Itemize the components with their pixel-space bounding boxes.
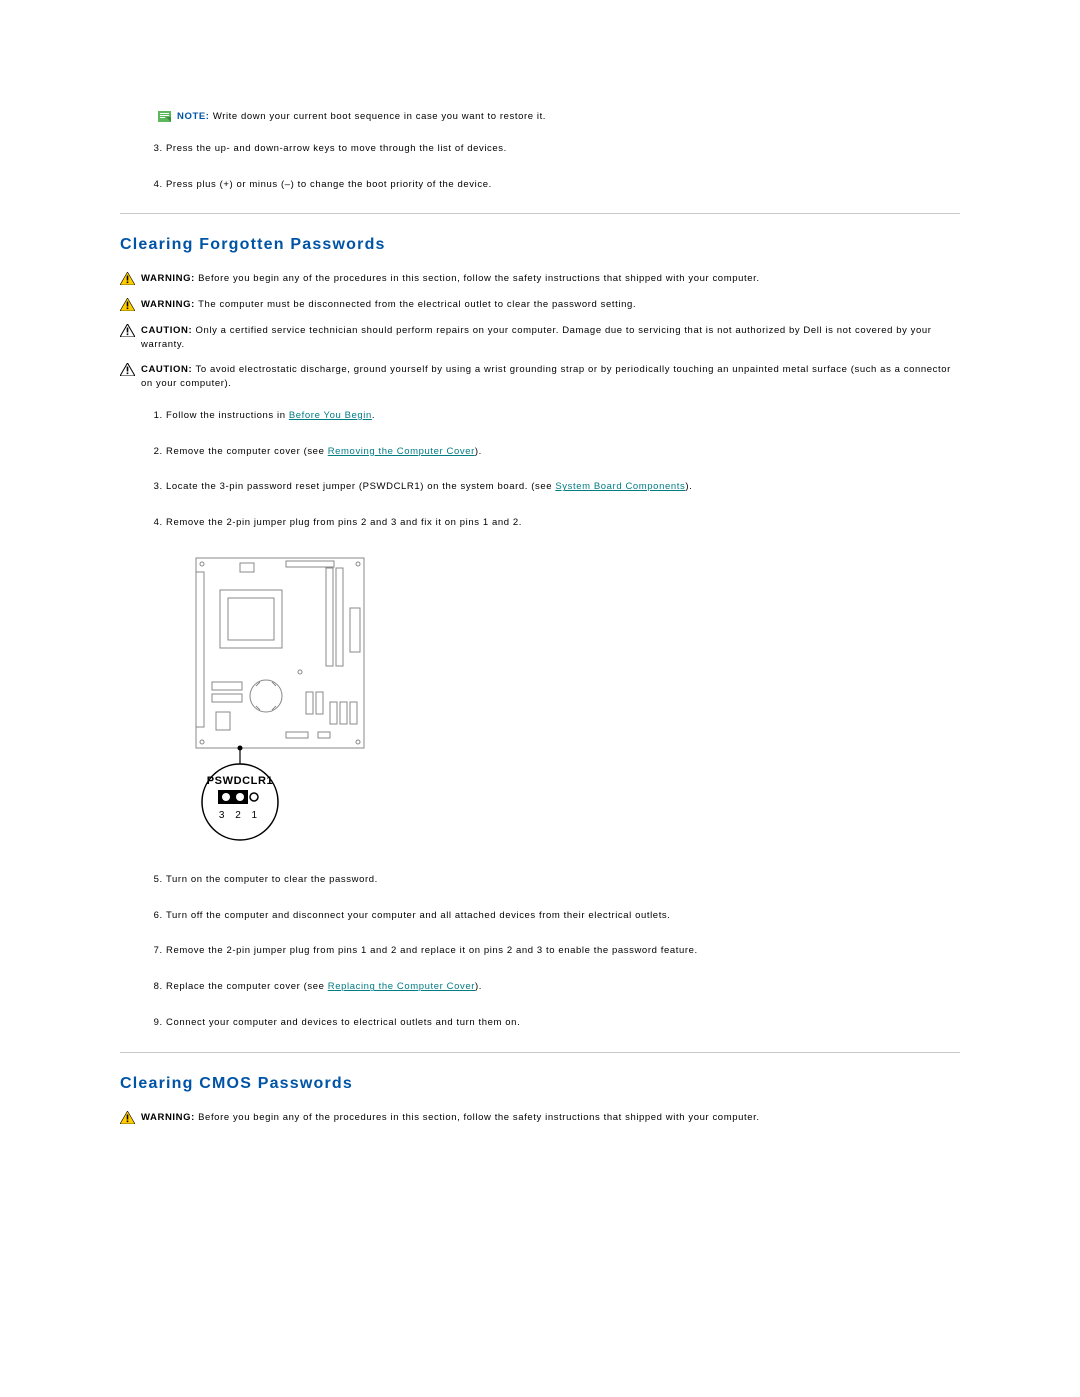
boot-steps-list: Press the up- and down-arrow keys to mov… bbox=[158, 142, 960, 192]
warning-body: The computer must be disconnected from t… bbox=[198, 299, 636, 310]
step-item: Remove the 2-pin jumper plug from pins 1… bbox=[166, 944, 960, 958]
step-text: Turn off the computer and disconnect you… bbox=[166, 910, 671, 921]
caution-text: CAUTION: Only a certified service techni… bbox=[141, 324, 960, 352]
warning-body: Before you begin any of the procedures i… bbox=[198, 1112, 759, 1123]
warning-label: WARNING: bbox=[141, 273, 198, 284]
step-item: Locate the 3-pin password reset jumper (… bbox=[166, 480, 960, 494]
step-item: Remove the computer cover (see Removing … bbox=[166, 445, 960, 459]
caution-icon bbox=[120, 363, 135, 376]
step-text: Turn on the computer to clear the passwo… bbox=[166, 874, 378, 885]
step-item: Connect your computer and devices to ele… bbox=[166, 1016, 960, 1030]
step-item: Replace the computer cover (see Replacin… bbox=[166, 980, 960, 994]
doc-link[interactable]: Replacing the Computer Cover bbox=[328, 981, 475, 992]
doc-link[interactable]: Removing the Computer Cover bbox=[328, 446, 475, 457]
step-item: Press the up- and down-arrow keys to mov… bbox=[166, 142, 960, 156]
section-title-clearing-forgotten-passwords: Clearing Forgotten Passwords bbox=[120, 236, 960, 254]
section-title-clearing-cmos-passwords: Clearing CMOS Passwords bbox=[120, 1075, 960, 1093]
step-text: Remove the 2-pin jumper plug from pins 2… bbox=[166, 517, 522, 528]
warning-icon bbox=[120, 298, 135, 311]
caution-block: CAUTION: Only a certified service techni… bbox=[120, 324, 960, 352]
caution-body: Only a certified service technician shou… bbox=[141, 325, 932, 350]
admonition-list-section1: WARNING: Before you begin any of the pro… bbox=[120, 272, 960, 391]
step-item: Turn on the computer to clear the passwo… bbox=[166, 873, 960, 887]
warning-text: WARNING: Before you begin any of the pro… bbox=[141, 272, 760, 286]
procedure-steps-b: Turn on the computer to clear the passwo… bbox=[158, 873, 960, 1030]
warning-body: Before you begin any of the procedures i… bbox=[198, 273, 759, 284]
caution-body: To avoid electrostatic discharge, ground… bbox=[141, 364, 951, 389]
doc-link[interactable]: Before You Begin bbox=[289, 410, 372, 421]
note-label: NOTE: bbox=[177, 111, 210, 122]
step-item: Press plus (+) or minus (–) to change th… bbox=[166, 178, 960, 192]
system-board-figure: PSWDCLR1 3 2 1 bbox=[190, 552, 960, 845]
warning-text: WARNING: Before you begin any of the pro… bbox=[141, 1111, 760, 1125]
caution-block: CAUTION: To avoid electrostatic discharg… bbox=[120, 363, 960, 391]
caution-label: CAUTION: bbox=[141, 364, 195, 375]
step-text: Locate the 3-pin password reset jumper (… bbox=[166, 481, 555, 492]
procedure-steps-a: Follow the instructions in Before You Be… bbox=[158, 409, 960, 530]
note-block: NOTE: Write down your current boot seque… bbox=[158, 110, 960, 124]
caution-text: CAUTION: To avoid electrostatic discharg… bbox=[141, 363, 960, 391]
step-text: Replace the computer cover (see bbox=[166, 981, 328, 992]
jumper-label: PSWDCLR1 bbox=[207, 775, 274, 787]
step-text-post: . bbox=[372, 410, 375, 421]
warning-block: WARNING: The computer must be disconnect… bbox=[120, 298, 960, 312]
step-item: Turn off the computer and disconnect you… bbox=[166, 909, 960, 923]
caution-icon bbox=[120, 324, 135, 337]
note-body: Write down your current boot sequence in… bbox=[213, 111, 546, 122]
step-text-post: ). bbox=[475, 446, 482, 457]
step-item: Remove the 2-pin jumper plug from pins 2… bbox=[166, 516, 960, 530]
doc-link[interactable]: System Board Components bbox=[555, 481, 685, 492]
note-text: NOTE: Write down your current boot seque… bbox=[177, 110, 546, 124]
caution-label: CAUTION: bbox=[141, 325, 195, 336]
section-divider bbox=[120, 213, 960, 214]
warning-icon bbox=[120, 272, 135, 285]
warning-text: WARNING: The computer must be disconnect… bbox=[141, 298, 636, 312]
jumper-pins: 3 2 1 bbox=[219, 810, 261, 821]
step-text: Remove the computer cover (see bbox=[166, 446, 328, 457]
section-divider bbox=[120, 1052, 960, 1053]
step-text: Remove the 2-pin jumper plug from pins 1… bbox=[166, 945, 698, 956]
step-item: Follow the instructions in Before You Be… bbox=[166, 409, 960, 423]
step-text-post: ). bbox=[475, 981, 482, 992]
step-text-post: ). bbox=[685, 481, 692, 492]
admonition-list-section2: WARNING: Before you begin any of the pro… bbox=[120, 1111, 960, 1125]
warning-label: WARNING: bbox=[141, 299, 198, 310]
note-icon bbox=[158, 111, 171, 122]
warning-block: WARNING: Before you begin any of the pro… bbox=[120, 1111, 960, 1125]
step-text: Follow the instructions in bbox=[166, 410, 289, 421]
warning-icon bbox=[120, 1111, 135, 1124]
step-text: Connect your computer and devices to ele… bbox=[166, 1017, 520, 1028]
warning-label: WARNING: bbox=[141, 1112, 198, 1123]
warning-block: WARNING: Before you begin any of the pro… bbox=[120, 272, 960, 286]
